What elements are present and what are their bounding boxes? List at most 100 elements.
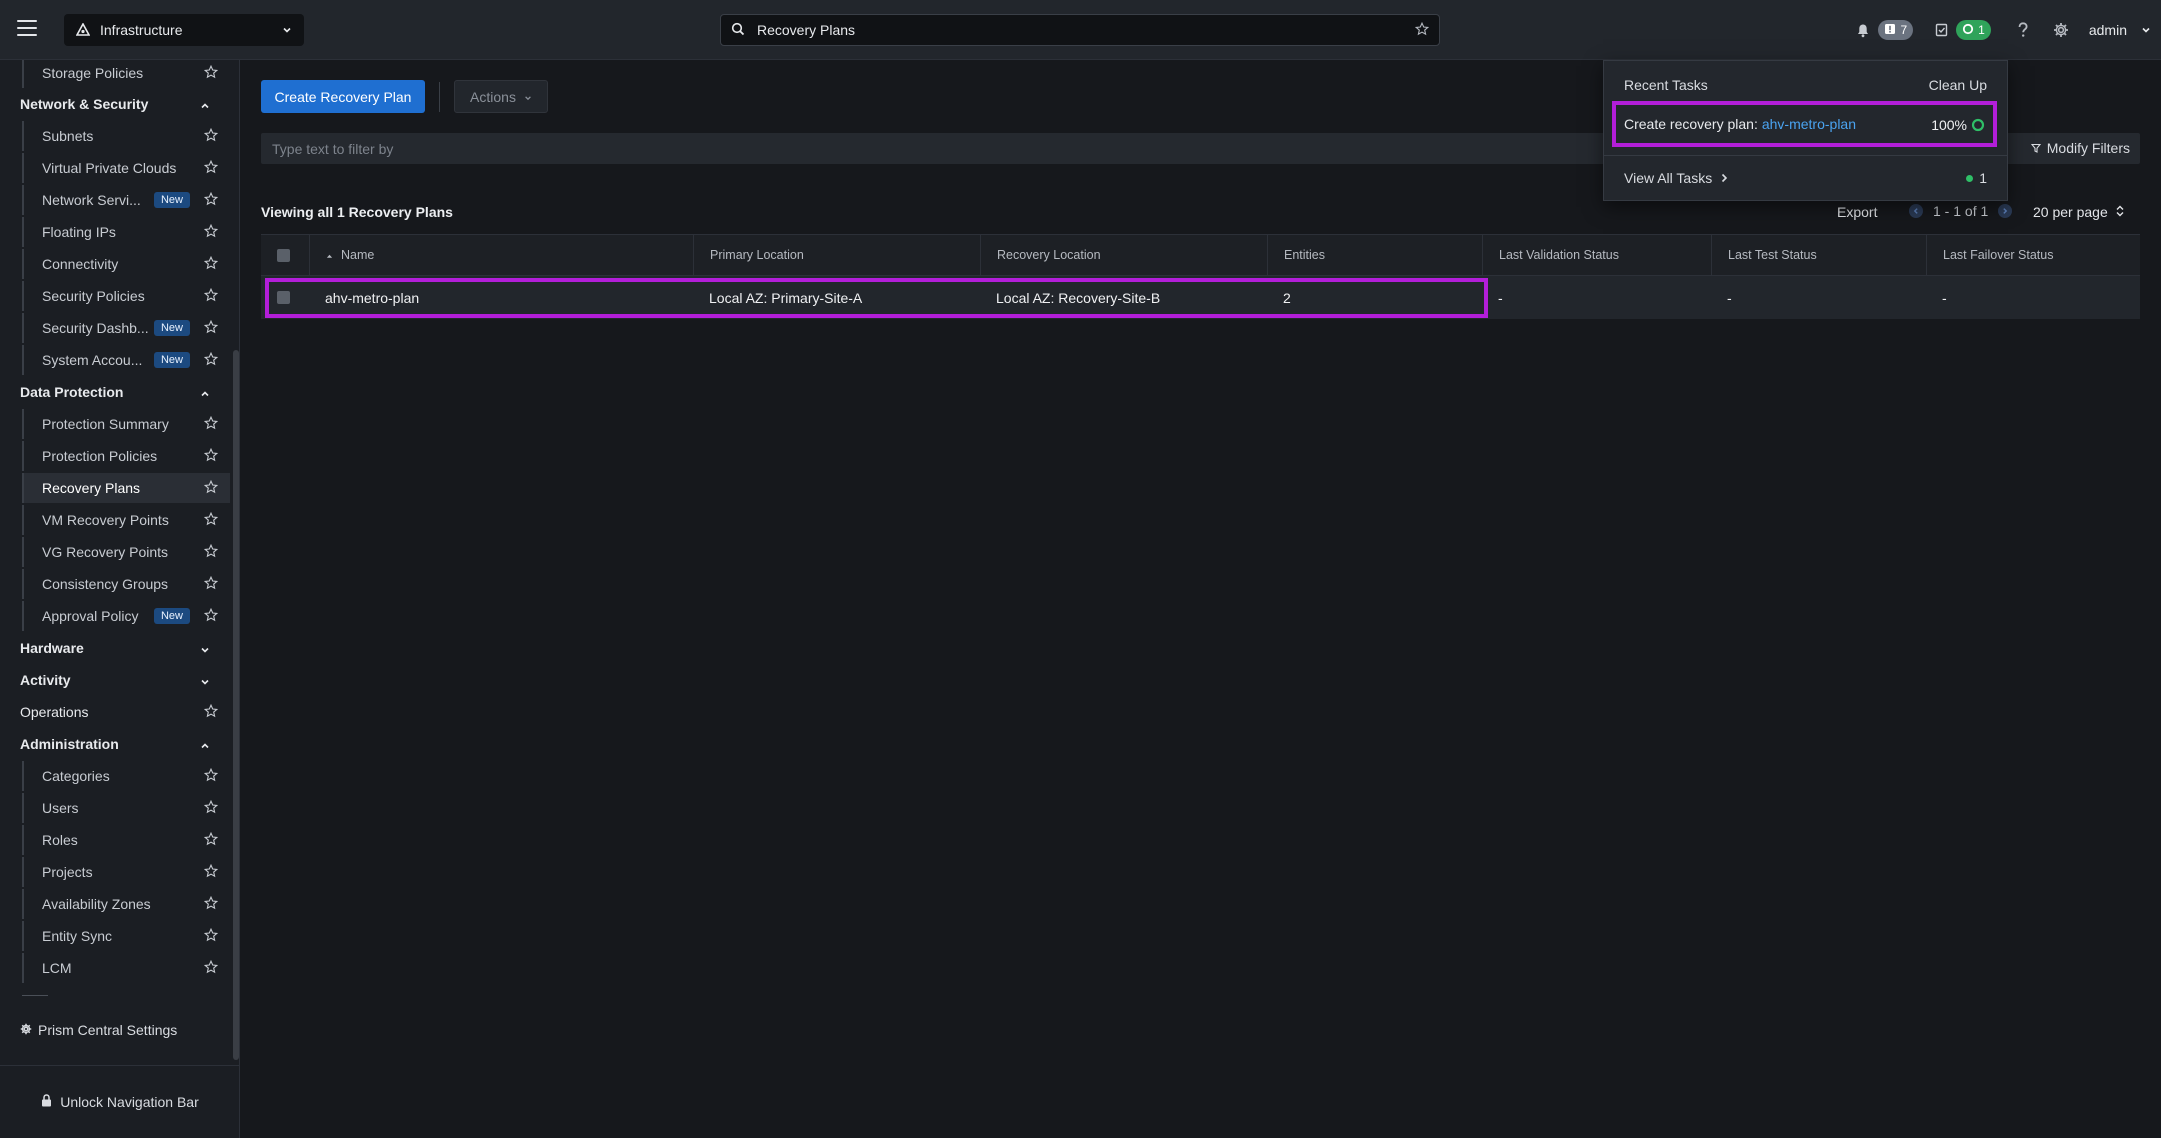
scrollbar-thumb[interactable]	[233, 350, 239, 1060]
column-header-last-test-status[interactable]: Last Test Status	[1711, 235, 1926, 275]
sidebar-item-vpc[interactable]: Virtual Private Clouds	[22, 153, 230, 183]
sidebar-item-subnets[interactable]: Subnets	[22, 121, 230, 151]
sidebar-item-protection-policies[interactable]: Protection Policies	[22, 441, 230, 471]
user-menu[interactable]: admin	[2089, 22, 2127, 38]
column-header-name[interactable]: Name	[309, 235, 709, 275]
sidebar-item-network-services[interactable]: Network Servi... New	[22, 185, 230, 215]
star-icon[interactable]	[1414, 21, 1430, 39]
clean-up-button[interactable]: Clean Up	[1929, 77, 1987, 93]
select-all-checkbox[interactable]	[277, 248, 290, 262]
actions-dropdown[interactable]: Actions	[454, 80, 548, 113]
nav-group-data-protection[interactable]: Data Protection	[0, 377, 230, 407]
star-icon[interactable]	[203, 799, 219, 817]
star-icon[interactable]	[203, 863, 219, 881]
column-header-primary-location[interactable]: Primary Location	[693, 235, 980, 275]
search-input[interactable]	[757, 22, 1415, 38]
star-icon[interactable]	[203, 511, 219, 529]
sidebar: Storage Policies Network & Security Subn…	[0, 60, 240, 1138]
sidebar-item-security-policies[interactable]: Security Policies	[22, 281, 230, 311]
star-icon[interactable]	[203, 64, 219, 82]
tasks-icon[interactable]	[1935, 23, 1948, 37]
star-icon[interactable]	[203, 703, 219, 721]
sidebar-item-users[interactable]: Users	[22, 793, 230, 823]
sidebar-scrollbar[interactable]	[232, 60, 240, 1065]
sidebar-item-entity-sync[interactable]: Entity Sync	[22, 921, 230, 951]
sidebar-item-vm-recovery-points[interactable]: VM Recovery Points	[22, 505, 230, 535]
tasks-badge[interactable]: 1	[1956, 20, 1991, 40]
sidebar-item-categories[interactable]: Categories	[22, 761, 230, 791]
nav-group-activity[interactable]: Activity	[0, 665, 230, 695]
unlock-navigation-button[interactable]: Unlock Navigation Bar	[0, 1065, 240, 1138]
star-icon[interactable]	[203, 959, 219, 977]
nav-group-hardware[interactable]: Hardware	[0, 633, 230, 663]
help-icon[interactable]	[2017, 22, 2029, 38]
sidebar-item-lcm[interactable]: LCM	[22, 953, 230, 983]
column-header-last-failover-status[interactable]: Last Failover Status	[1926, 235, 2140, 275]
nav-item-operations[interactable]: Operations	[0, 697, 230, 727]
sidebar-item-recovery-plans[interactable]: Recovery Plans	[22, 473, 230, 503]
sidebar-item-availability-zones[interactable]: Availability Zones	[22, 889, 230, 919]
task-running-icon	[1962, 23, 1974, 38]
star-icon[interactable]	[203, 191, 219, 209]
sidebar-item-security-dashboard[interactable]: Security Dashb... New	[22, 313, 230, 343]
per-page-select[interactable]: 20 per page	[2033, 204, 2124, 220]
create-recovery-plan-button[interactable]: Create Recovery Plan	[261, 80, 425, 113]
sidebar-item-consistency-groups[interactable]: Consistency Groups	[22, 569, 230, 599]
app-switcher-label: Infrastructure	[100, 22, 183, 38]
column-header-entities[interactable]: Entities	[1267, 235, 1482, 275]
sidebar-item-approval-policy[interactable]: Approval Policy New	[22, 601, 230, 631]
app-switcher[interactable]: Infrastructure	[64, 14, 304, 46]
gear-icon[interactable]	[2053, 22, 2069, 38]
star-icon[interactable]	[203, 479, 219, 497]
column-header-last-validation-status[interactable]: Last Validation Status	[1482, 235, 1711, 275]
modify-filters-button[interactable]: Modify Filters	[2030, 140, 2130, 156]
row-checkbox[interactable]	[277, 291, 290, 304]
cell-primary-location: Local AZ: Primary-Site-A	[709, 289, 863, 306]
bell-icon[interactable]	[1856, 23, 1870, 38]
column-header-recovery-location[interactable]: Recovery Location	[980, 235, 1267, 275]
sidebar-item-roles[interactable]: Roles	[22, 825, 230, 855]
star-icon[interactable]	[203, 447, 219, 465]
sidebar-item-protection-summary[interactable]: Protection Summary	[22, 409, 230, 439]
table-row[interactable]: ahv-metro-plan Local AZ: Primary-Site-A …	[261, 276, 2140, 319]
star-icon[interactable]	[203, 319, 219, 337]
star-icon[interactable]	[203, 127, 219, 145]
star-icon[interactable]	[203, 543, 219, 561]
sidebar-item-label: Network Servi...	[42, 192, 141, 208]
star-icon[interactable]	[203, 895, 219, 913]
star-icon[interactable]	[203, 927, 219, 945]
star-icon[interactable]	[203, 575, 219, 593]
star-icon[interactable]	[203, 255, 219, 273]
gear-icon	[20, 1022, 32, 1038]
filter-input[interactable]	[272, 133, 1572, 164]
view-all-tasks-link[interactable]: View All Tasks	[1624, 170, 1728, 186]
cell-name[interactable]: ahv-metro-plan	[309, 276, 709, 319]
sort-asc-icon	[326, 248, 333, 262]
sidebar-item-system-accounts[interactable]: System Accou... New	[22, 345, 230, 375]
star-icon[interactable]	[203, 351, 219, 369]
cell-last-test-status: -	[1727, 289, 1732, 306]
star-icon[interactable]	[203, 159, 219, 177]
export-button[interactable]: Export	[1837, 204, 1877, 220]
task-entity-link[interactable]: ahv-metro-plan	[1762, 116, 1856, 132]
tasks-count: 1	[1978, 23, 1985, 37]
alerts-badge[interactable]: 7	[1878, 20, 1914, 40]
next-page-button[interactable]	[1998, 204, 2013, 218]
star-icon[interactable]	[203, 607, 219, 625]
sidebar-item-projects[interactable]: Projects	[22, 857, 230, 887]
sidebar-item-storage-policies[interactable]: Storage Policies	[22, 60, 230, 88]
star-icon[interactable]	[203, 767, 219, 785]
star-icon[interactable]	[203, 415, 219, 433]
menu-icon[interactable]	[17, 20, 37, 38]
star-icon[interactable]	[203, 223, 219, 241]
nav-group-administration[interactable]: Administration	[0, 729, 230, 759]
star-icon[interactable]	[203, 831, 219, 849]
sidebar-item-connectivity[interactable]: Connectivity	[22, 249, 230, 279]
nav-group-network-security[interactable]: Network & Security	[0, 89, 230, 119]
user-chevron-icon[interactable]	[2141, 22, 2151, 38]
prev-page-button[interactable]	[1909, 204, 1923, 218]
prism-central-settings-link[interactable]: Prism Central Settings	[20, 1022, 177, 1038]
star-icon[interactable]	[203, 287, 219, 305]
sidebar-item-floating-ips[interactable]: Floating IPs	[22, 217, 230, 247]
sidebar-item-vg-recovery-points[interactable]: VG Recovery Points	[22, 537, 230, 567]
